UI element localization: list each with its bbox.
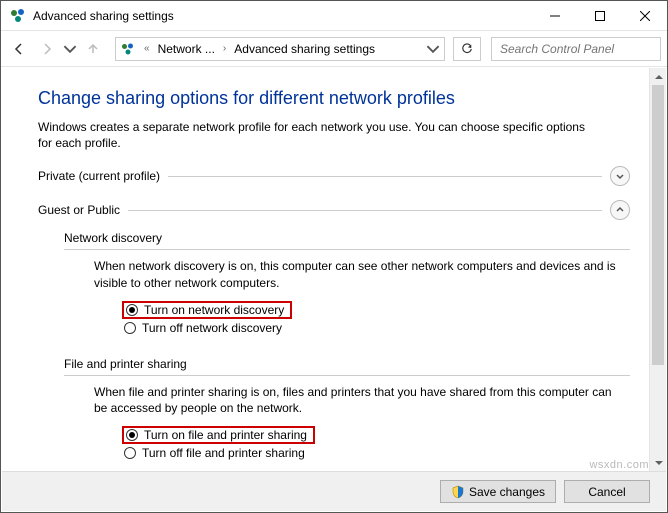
expand-icon[interactable]	[610, 166, 630, 186]
refresh-button[interactable]	[453, 37, 481, 61]
save-changes-button[interactable]: Save changes	[440, 480, 556, 503]
radio-fp-off[interactable]	[124, 447, 136, 459]
section-guest-label: Guest or Public	[38, 203, 120, 217]
command-bar: Save changes Cancel	[2, 471, 666, 511]
watermark: wsxdn.com	[589, 459, 649, 471]
radio-fp-on[interactable]	[126, 429, 138, 441]
search-input[interactable]	[498, 41, 659, 57]
file-printer-desc: When file and printer sharing is on, fil…	[94, 384, 620, 416]
file-printer-options: Turn on file and printer sharing Turn of…	[122, 426, 630, 462]
content-area: Change sharing options for different net…	[2, 68, 666, 471]
scroll-thumb[interactable]	[652, 85, 664, 365]
nav-bar: « Network ... › Advanced sharing setting…	[1, 31, 667, 67]
search-box[interactable]	[491, 37, 661, 61]
window-controls	[532, 1, 667, 31]
section-private[interactable]: Private (current profile)	[38, 165, 630, 187]
radio-nd-on-label[interactable]: Turn on network discovery	[144, 303, 284, 317]
breadcrumb-advanced-sharing[interactable]: Advanced sharing settings	[234, 42, 375, 56]
radio-nd-off-label[interactable]: Turn off network discovery	[142, 321, 282, 335]
minimize-button[interactable]	[532, 1, 577, 31]
page-description: Windows creates a separate network profi…	[38, 119, 598, 151]
close-button[interactable]	[622, 1, 667, 31]
breadcrumb-network[interactable]: Network ...	[158, 42, 215, 56]
recent-locations-dropdown[interactable]	[63, 37, 77, 61]
cancel-label: Cancel	[588, 485, 625, 499]
chevron-right-icon[interactable]: ›	[219, 43, 230, 54]
up-button[interactable]	[81, 37, 105, 61]
collapse-icon[interactable]	[610, 200, 630, 220]
section-private-label: Private (current profile)	[38, 169, 160, 183]
forward-button[interactable]	[35, 37, 59, 61]
radio-nd-on[interactable]	[126, 304, 138, 316]
location-icon	[120, 41, 136, 57]
window-title: Advanced sharing settings	[33, 9, 532, 23]
vertical-scrollbar[interactable]	[649, 68, 666, 471]
page-heading: Change sharing options for different net…	[38, 88, 630, 109]
back-button[interactable]	[7, 37, 31, 61]
radio-fp-off-label[interactable]: Turn off file and printer sharing	[142, 446, 305, 460]
scroll-down-arrow[interactable]	[650, 454, 666, 471]
radio-nd-off[interactable]	[124, 322, 136, 334]
scroll-up-arrow[interactable]	[650, 68, 666, 85]
breadcrumb-separator: «	[140, 43, 154, 54]
network-discovery-options: Turn on network discovery Turn off netwo…	[122, 301, 630, 337]
network-discovery-heading: Network discovery	[64, 231, 630, 245]
file-printer-heading: File and printer sharing	[64, 357, 630, 371]
section-guest-public[interactable]: Guest or Public	[38, 199, 630, 221]
maximize-button[interactable]	[577, 1, 622, 31]
shield-icon	[451, 485, 465, 499]
radio-fp-on-label[interactable]: Turn on file and printer sharing	[144, 428, 307, 442]
highlight-box: Turn on file and printer sharing	[122, 426, 315, 444]
address-bar[interactable]: « Network ... › Advanced sharing setting…	[115, 37, 445, 61]
address-dropdown[interactable]	[426, 37, 440, 61]
network-discovery-desc: When network discovery is on, this compu…	[94, 258, 620, 290]
title-bar: Advanced sharing settings	[1, 1, 667, 31]
save-changes-label: Save changes	[469, 485, 545, 499]
cancel-button[interactable]: Cancel	[564, 480, 650, 503]
control-panel-icon	[9, 7, 27, 25]
highlight-box: Turn on network discovery	[122, 301, 292, 319]
